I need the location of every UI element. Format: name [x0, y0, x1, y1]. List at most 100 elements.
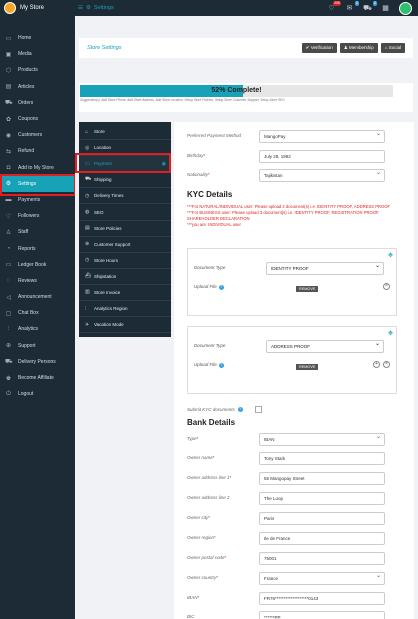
owner-postal-field[interactable]: 75001: [259, 552, 385, 565]
info-icon: ?: [237, 407, 243, 412]
document-type-select[interactable]: IDENTITY PROOF: [266, 261, 384, 275]
verification-button[interactable]: ✔ Verification: [301, 43, 337, 53]
sidebar-item-label: Add to My Store: [18, 164, 54, 171]
avatar[interactable]: [399, 1, 412, 15]
membership-button[interactable]: ♟ Membership: [339, 43, 378, 53]
sidebar-item-media[interactable]: ▣ Media: [0, 46, 75, 62]
owner-country-select[interactable]: France: [259, 571, 385, 585]
calendar-icon[interactable]: ▦: [381, 4, 390, 12]
tab-customer-support[interactable]: ⊕ Customer Support: [79, 237, 171, 253]
sidebar-item-support[interactable]: ⊕ Support: [0, 338, 75, 354]
sidebar-item-customers[interactable]: ◉ Customers: [0, 127, 75, 143]
social-button[interactable]: ⌂ Social: [380, 43, 405, 53]
social-label: Social: [388, 45, 401, 50]
chart-icon: ⫶: [7, 325, 10, 332]
store-brand[interactable]: My Store: [0, 0, 75, 16]
type-label-text: Type: [187, 436, 197, 441]
tab-analytics-region[interactable]: ⫶ Analytics Region: [79, 301, 171, 318]
sidebar-item-delivery-persons[interactable]: ⛟ Delivery Persons: [0, 354, 75, 370]
upload-file-label: Upload File?: [194, 362, 224, 368]
message-icon[interactable]: ✉ 0: [345, 1, 359, 12]
sidebar-item-ledger-book[interactable]: ▭ Ledger Book: [0, 257, 75, 273]
owner-postal-label: Owner postal code*: [187, 555, 226, 560]
owner-city-field[interactable]: Paris: [259, 512, 385, 525]
upload-file-label-text: Upload File: [194, 362, 217, 367]
owner-city-label: Owner city*: [187, 515, 210, 520]
type-row: Type* IBAN: [187, 432, 397, 447]
required-mark: *: [224, 555, 227, 560]
tab-delivery-times[interactable]: ◷ Delivery Times: [79, 188, 171, 205]
sidebar-item-refund[interactable]: ⇆ Refund: [0, 143, 75, 159]
money-icon: ▭: [5, 262, 12, 269]
remove-row-icon[interactable]: ×: [383, 361, 390, 368]
tab-label: Store Invoice: [94, 289, 121, 295]
sidebar-item-staff[interactable]: ♙ Staff: [0, 224, 75, 240]
topbar-settings-link[interactable]: ☰ ⚙ Settings: [75, 5, 114, 11]
sidebar-item-become-affiliate[interactable]: ♚ Become Affiliate: [0, 370, 75, 386]
sidebar-item-label: Media: [18, 51, 32, 58]
required-mark: *: [216, 575, 219, 580]
tab-vacation-mode[interactable]: ✈ Vacation Mode: [79, 317, 171, 334]
sidebar-item-analytics[interactable]: ⫶ Analytics: [0, 321, 75, 337]
add-row-icon[interactable]: +: [373, 361, 380, 368]
sidebar-item-followers[interactable]: ♡ Followers: [0, 208, 75, 224]
move-icon[interactable]: ✥: [388, 252, 393, 259]
type-select[interactable]: IBAN: [259, 432, 385, 446]
cart-icon[interactable]: ⛟ 0: [363, 0, 377, 13]
kyc-note-user-type: ***you are: INDIVIDUAL user: [187, 222, 241, 227]
analytics-icon: ⫶: [85, 305, 87, 312]
menu-toggle-icon[interactable]: ☰: [78, 5, 83, 11]
refund-icon: ⇆: [5, 148, 12, 155]
remove-file-button[interactable]: REMOVE: [296, 364, 319, 370]
sidebar-item-home[interactable]: ▭ Home: [0, 30, 75, 46]
tab-store-hours[interactable]: ◷ Store Hours: [79, 253, 171, 269]
owner-name-field[interactable]: Tony Stark: [259, 452, 385, 465]
bell-icon[interactable]: ♡ 205: [327, 1, 341, 12]
submit-kyc-checkbox[interactable]: [254, 406, 262, 413]
sidebar-item-reports[interactable]: ◔ Reports: [0, 240, 75, 256]
sidebar-item-orders[interactable]: ⛟ Orders: [0, 95, 75, 111]
move-icon[interactable]: ✥: [388, 330, 393, 337]
sidebar-item-reviews[interactable]: ◌ Reviews: [0, 273, 75, 289]
tab-seo[interactable]: ◍ SEO: [79, 204, 171, 221]
sidebar-item-announcement[interactable]: ◁ Announcement: [0, 289, 75, 305]
iban-row: IBAN* FR76*******************0143: [187, 592, 397, 606]
tab-store[interactable]: ⌂ Store: [79, 124, 171, 141]
chat-icon: ▢: [5, 310, 12, 317]
sidebar-item-label: Delivery Persons: [18, 358, 56, 365]
sidebar-item-coupons[interactable]: ✿ Coupons: [0, 111, 75, 127]
birthday-field[interactable]: July 28, 1992: [259, 150, 385, 163]
remove-file-button[interactable]: REMOVE: [296, 286, 319, 292]
sidebar-item-articles[interactable]: ▤ Articles: [0, 79, 75, 95]
tab-label: Vacation Mode: [94, 322, 124, 328]
preferred-payment-select[interactable]: MangoPay: [259, 129, 385, 143]
owner-address1-field[interactable]: 55 Mangopay Street: [259, 472, 385, 485]
owner-address2-field[interactable]: The Loop: [259, 492, 385, 505]
topbar-icons: ♡ 205 ✉ 0 ⛟ 0 ▦: [327, 0, 418, 15]
document-type-select[interactable]: ADDRESS PROOF: [266, 339, 384, 353]
owner-address1-label-text: Owner address line 1: [187, 475, 230, 480]
birthday-label-text: Birthday: [187, 153, 204, 158]
sidebar-item-label: Payments: [18, 196, 41, 203]
remove-row-icon[interactable]: ×: [383, 283, 390, 290]
required-mark: *: [208, 515, 211, 520]
owner-region-field[interactable]: Ile de France: [259, 532, 385, 545]
monitor-icon: ▭: [5, 35, 12, 42]
bic-field[interactable]: ******PP: [259, 611, 385, 619]
sidebar-item-products[interactable]: ⬡ Products: [0, 62, 75, 78]
sidebar-item-chat-box[interactable]: ▢ Chat Box: [0, 305, 75, 321]
tab-shipstation[interactable]: ⛴ Shipstation: [79, 269, 171, 285]
type-label: Type*: [187, 436, 198, 441]
iban-field[interactable]: FR76*******************0143: [259, 592, 385, 605]
tab-store-policies[interactable]: ▤ Store Policies: [79, 221, 171, 237]
store-logo: [4, 2, 16, 14]
sidebar-item-logout[interactable]: ⏻ Logout: [0, 386, 75, 402]
nationality-select[interactable]: Tajikistan: [259, 168, 385, 182]
iban-label-text: IBAN: [187, 595, 198, 600]
cart-icon: ⛟: [5, 99, 13, 106]
tab-store-invoice[interactable]: ▥ Store Invoice: [79, 285, 171, 302]
tab-shipping[interactable]: ⛟ Shipping: [79, 172, 171, 189]
tab-label: Analytics Region: [94, 306, 128, 312]
upload-file-label-text: Upload File: [194, 284, 217, 289]
owner-name-label-text: Owner name: [187, 455, 213, 460]
